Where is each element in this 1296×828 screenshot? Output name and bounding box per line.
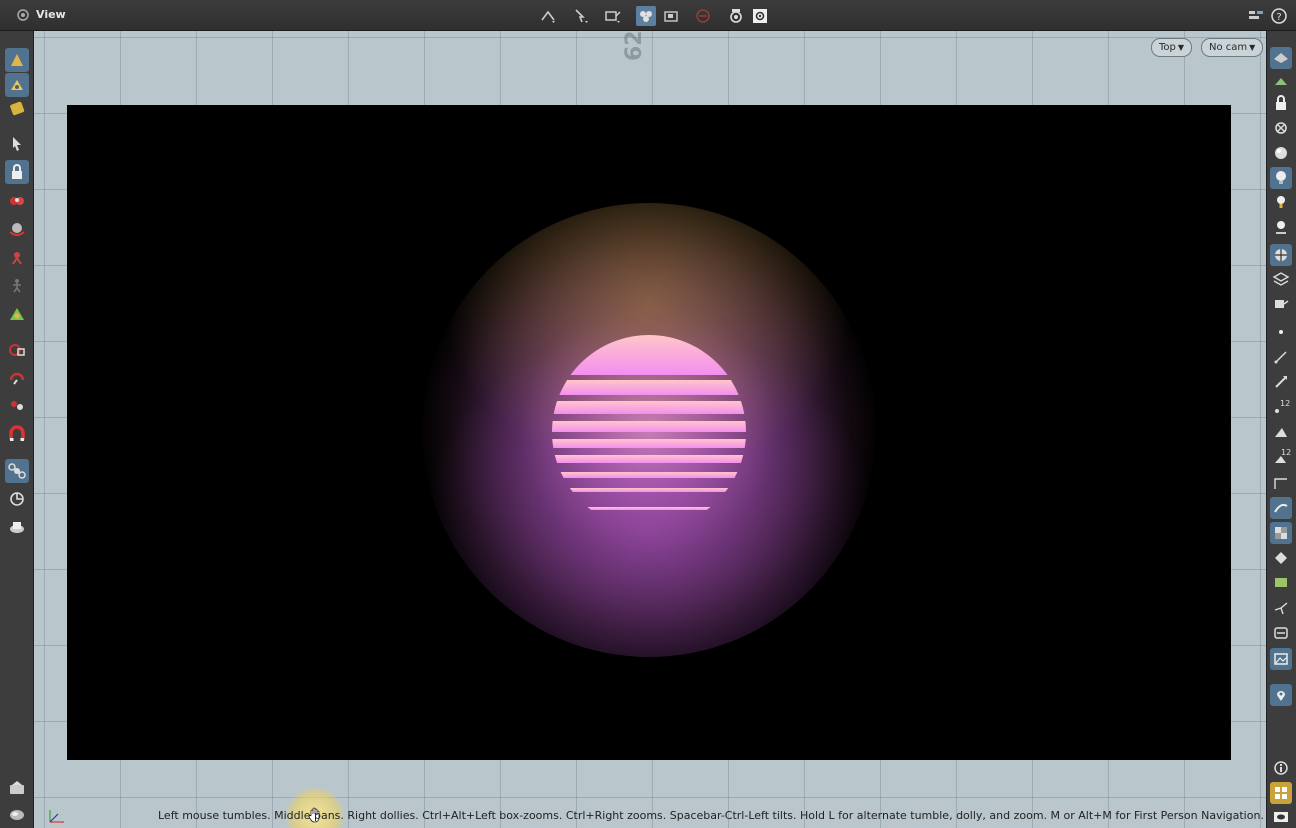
view-camera-menu[interactable]: Top ▼ [1151, 38, 1193, 57]
uv-checker-icon[interactable] [1270, 522, 1292, 544]
scene-viewport[interactable]: 625 Top ▼ No cam ▼ Left mouse tumbles. M… [34, 31, 1266, 828]
region-render-icon[interactable] [661, 6, 681, 26]
display-options-icon[interactable] [1270, 47, 1292, 69]
transform-pivot-icon[interactable] [538, 6, 558, 26]
navigation-help-text: Left mouse tumbles. Middle pans. Right d… [158, 809, 1264, 822]
move-tool-icon[interactable] [5, 189, 29, 213]
snap-align-icon[interactable] [603, 6, 623, 26]
normal-display-icon[interactable] [1270, 346, 1292, 368]
render-view-icon[interactable] [636, 6, 656, 26]
striped-sun-image [552, 335, 746, 510]
wireframe-icon[interactable] [1270, 268, 1292, 290]
view-tool-icon[interactable] [5, 338, 29, 362]
camera-select-label: No cam [1209, 42, 1248, 53]
vector-display-icon[interactable] [1270, 371, 1292, 393]
right-display-shelf: 12 12 [1266, 31, 1296, 828]
material-ball-icon[interactable] [1270, 244, 1292, 266]
axis-gizmo-icon [49, 810, 64, 823]
select-arrow-icon[interactable] [571, 6, 591, 26]
point-numbers-icon[interactable]: 12 [1270, 396, 1292, 418]
diamond-display-icon[interactable] [1270, 547, 1292, 569]
brush-tool-icon[interactable] [5, 48, 29, 72]
sphere-shading-icon[interactable] [5, 803, 29, 827]
quad-view-icon[interactable] [1270, 782, 1292, 804]
sculpt-tool-icon[interactable] [5, 96, 29, 120]
select-tool-icon[interactable] [5, 132, 29, 156]
magnet-tool-icon[interactable] [5, 393, 29, 417]
info-icon[interactable] [1270, 757, 1292, 779]
shading-sphere-icon[interactable] [1270, 142, 1292, 164]
stop-render-icon[interactable] [693, 6, 713, 26]
settings-gear-icon[interactable] [750, 6, 770, 26]
help-icon[interactable]: ? [1269, 6, 1289, 26]
render-frame [67, 105, 1231, 760]
close-circle-icon[interactable] [1270, 117, 1292, 139]
light-settings-icon[interactable] [1270, 216, 1292, 238]
viewer-toolbar: View ? [0, 0, 1296, 31]
particle-display-icon[interactable] [1270, 597, 1292, 619]
scale-tool-icon[interactable] [5, 245, 29, 269]
headlight-icon[interactable] [1270, 191, 1292, 213]
constraint-tool-icon[interactable] [5, 459, 29, 483]
display-points-icon[interactable] [1270, 293, 1292, 315]
shelf-bottom-icon[interactable] [5, 777, 29, 801]
background-display-icon[interactable] [1270, 622, 1292, 644]
ghost-icon[interactable] [1270, 71, 1292, 93]
pose-tool-icon[interactable] [5, 273, 29, 297]
view-pane-icon[interactable] [15, 7, 31, 23]
camera-lens-icon[interactable] [726, 6, 746, 26]
pane-title: View [36, 8, 66, 21]
location-pin-icon[interactable] [1270, 684, 1292, 706]
grass-display-icon[interactable] [1270, 571, 1292, 593]
svg-text:12: 12 [1281, 448, 1291, 457]
prim-numbers-icon[interactable]: 12 [1270, 446, 1292, 468]
grid-label: 625 [622, 31, 647, 61]
visibility-eye-icon[interactable] [1270, 806, 1292, 828]
lock-tool-icon[interactable] [5, 160, 29, 184]
magnet-snap-icon[interactable] [5, 422, 29, 446]
layout-split-icon[interactable] [1246, 6, 1266, 26]
paint-tool-icon[interactable] [5, 73, 29, 97]
chevron-down-icon: ▼ [1249, 43, 1256, 52]
svg-text:?: ? [1276, 12, 1281, 23]
background-image-icon[interactable] [1270, 648, 1292, 670]
edge-display-icon[interactable] [1270, 472, 1292, 494]
left-tool-shelf [0, 31, 34, 828]
svg-text:12: 12 [1280, 399, 1290, 408]
point-display-icon[interactable] [1270, 321, 1292, 343]
handle-tool-icon[interactable] [5, 302, 29, 326]
chevron-down-icon: ▼ [1177, 43, 1185, 52]
camera-select-menu[interactable]: No cam ▼ [1201, 38, 1264, 57]
light-bulb-icon[interactable] [1270, 167, 1292, 189]
prim-display-icon[interactable] [1270, 421, 1292, 443]
orbit-tool-icon[interactable] [5, 487, 29, 511]
rotate-tool-icon[interactable] [5, 217, 29, 241]
render-region-tool-icon[interactable] [5, 515, 29, 539]
view-camera-label: Top [1159, 42, 1176, 53]
lock-camera-icon[interactable] [1270, 92, 1292, 114]
snap-tool-icon[interactable] [5, 366, 29, 390]
texture-display-icon[interactable] [1270, 497, 1292, 519]
